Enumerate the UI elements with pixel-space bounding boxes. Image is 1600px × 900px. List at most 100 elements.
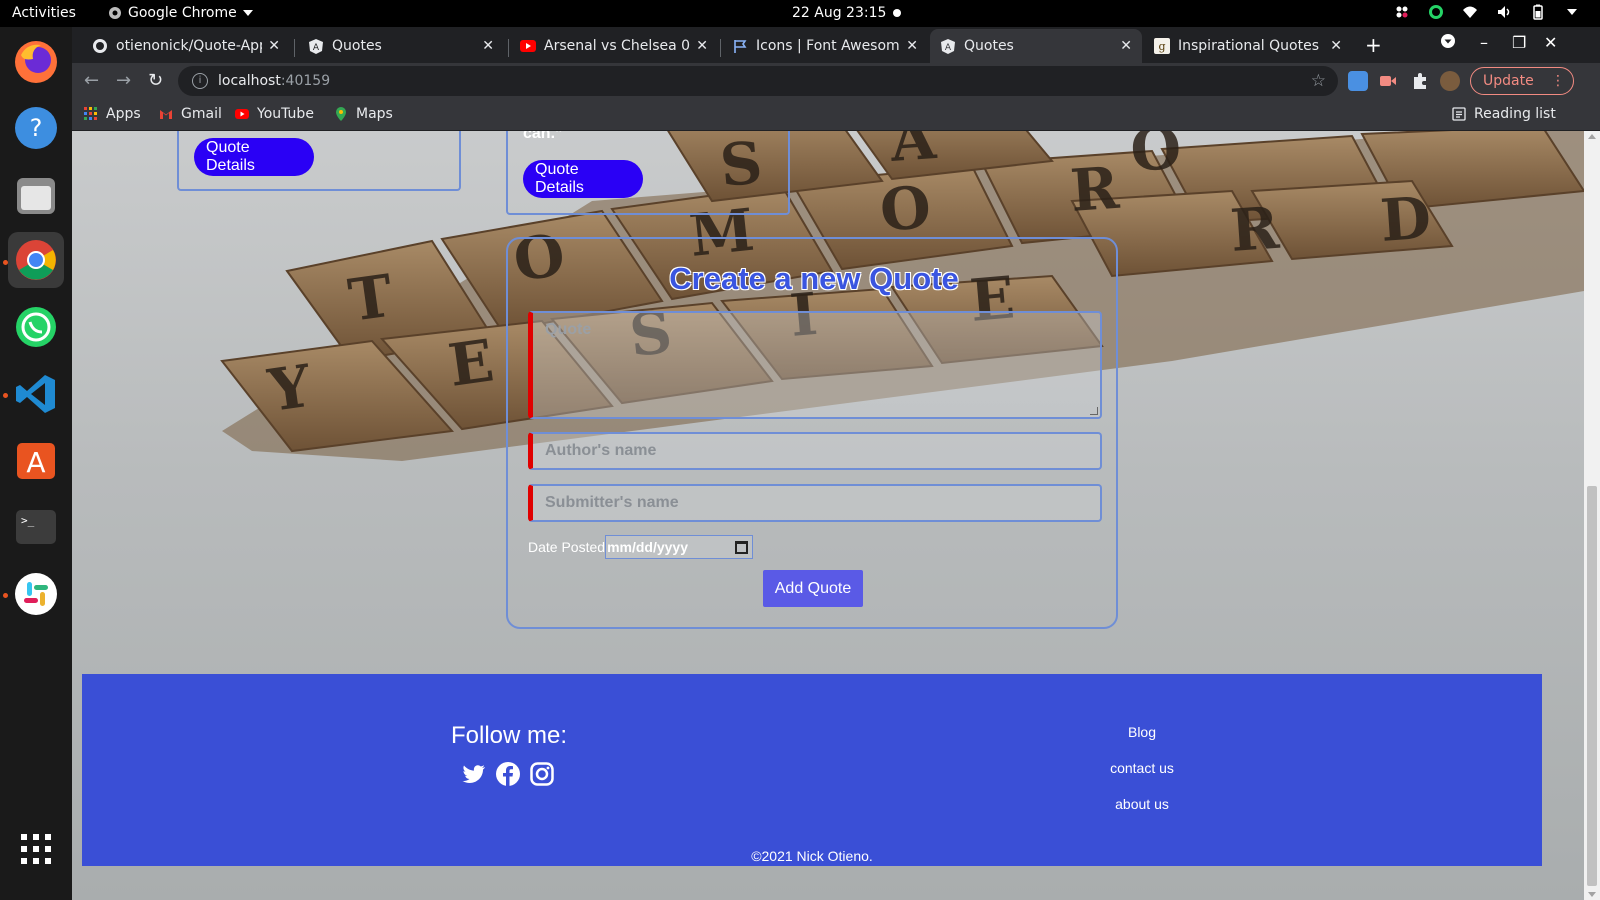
address-bar[interactable]: i localhost:40159 ☆ <box>178 66 1338 96</box>
tab-quotes[interactable]: A Quotes ✕ <box>298 29 504 63</box>
tab-youtube[interactable]: Arsenal vs Chelsea 0-2 ✕ <box>510 29 718 63</box>
submitter-placeholder: Submitter's name <box>545 494 679 511</box>
bookmark-star-icon[interactable]: ☆ <box>1311 71 1326 91</box>
tab-quotes-active[interactable]: A Quotes ✕ <box>930 29 1142 63</box>
software-launcher[interactable]: A <box>8 432 64 488</box>
quote-text-tail: can.” <box>523 131 564 142</box>
reading-list-button[interactable]: Reading list <box>1452 106 1556 122</box>
show-apps-button[interactable] <box>8 821 64 877</box>
extension-icon[interactable] <box>1348 71 1368 91</box>
chrome-launcher[interactable] <box>8 232 64 288</box>
running-indicator <box>3 593 8 598</box>
profile-avatar[interactable] <box>1440 71 1460 91</box>
svg-text:O: O <box>877 173 933 245</box>
app-menu[interactable]: Google Chrome <box>108 5 253 21</box>
files-launcher[interactable] <box>8 167 64 223</box>
form-title: Create a new Quote <box>669 261 959 296</box>
files-icon <box>17 178 55 214</box>
tab-separator <box>720 39 721 57</box>
new-tab-button[interactable]: + <box>1365 33 1382 57</box>
battery-icon[interactable] <box>1530 4 1546 20</box>
close-window-icon[interactable]: ✕ <box>1544 33 1557 52</box>
forward-icon[interactable]: → <box>116 70 131 91</box>
vscode-launcher[interactable] <box>8 366 64 422</box>
system-menu-caret-icon[interactable] <box>1564 4 1580 20</box>
close-tab-icon[interactable]: ✕ <box>696 38 708 54</box>
footer-link-contact[interactable]: contact us <box>1082 760 1202 776</box>
bookmark-label: YouTube <box>257 106 314 122</box>
date-posted-input[interactable]: mm/dd/yyyy <box>605 535 754 559</box>
instagram-icon[interactable] <box>530 762 554 786</box>
restore-icon[interactable]: ❐ <box>1512 33 1526 52</box>
slack-launcher[interactable] <box>8 566 64 622</box>
bookmark-label: Maps <box>356 106 393 122</box>
reload-icon[interactable]: ↻ <box>148 70 163 91</box>
system-tray[interactable] <box>1394 4 1580 20</box>
twitter-icon[interactable] <box>462 762 486 786</box>
svg-text:A: A <box>887 131 939 175</box>
date-posted-row: Date Posted mm/dd/yyyy <box>528 535 754 559</box>
terminal-launcher[interactable]: >_ <box>8 499 64 555</box>
minimize-icon[interactable]: – <box>1480 33 1488 52</box>
follow-me-heading: Follow me: <box>451 722 568 749</box>
calendar-icon[interactable] <box>735 540 749 554</box>
bookmark-apps[interactable]: Apps <box>84 106 141 122</box>
angular-icon: A <box>940 38 956 54</box>
close-tab-icon[interactable]: ✕ <box>906 38 918 54</box>
tab-github[interactable]: otienonick/Quote-App ✕ <box>82 29 290 63</box>
notification-dot <box>893 9 901 17</box>
bookmark-gmail[interactable]: Gmail <box>159 106 222 122</box>
volume-icon[interactable] <box>1496 4 1512 20</box>
date-placeholder: mm/dd/yyyy <box>607 539 688 555</box>
clock[interactable]: 22 Aug 23:15 <box>792 5 886 21</box>
apps-grid-icon <box>84 107 97 120</box>
svg-text:>_: >_ <box>21 514 35 527</box>
close-tab-icon[interactable]: ✕ <box>1120 38 1132 54</box>
close-tab-icon[interactable]: ✕ <box>1330 38 1342 54</box>
svg-text:R: R <box>1228 194 1282 265</box>
update-button[interactable]: Update ⋮ <box>1470 67 1574 95</box>
quote-details-button[interactable]: Quote Details <box>523 160 643 198</box>
tab-goodreads[interactable]: g Inspirational Quotes ( ✕ <box>1144 29 1352 63</box>
close-tab-icon[interactable]: ✕ <box>268 38 280 54</box>
bookmark-youtube[interactable]: YouTube <box>235 106 314 122</box>
scrollbar-thumb[interactable] <box>1587 486 1597 886</box>
whatsapp-tray-icon[interactable] <box>1428 4 1444 20</box>
tab-font-awesome[interactable]: Icons | Font Awesome ✕ <box>722 29 928 63</box>
screencast-extension-icon[interactable] <box>1378 71 1398 91</box>
quote-details-button[interactable]: Quote Details <box>194 138 314 176</box>
reading-list-label: Reading list <box>1474 106 1556 122</box>
author-placeholder: Author's name <box>545 442 657 459</box>
back-icon[interactable]: ← <box>84 70 99 91</box>
submitter-name-input[interactable]: Submitter's name <box>528 484 1102 522</box>
tab-search-icon[interactable] <box>1440 33 1456 53</box>
close-tab-icon[interactable]: ✕ <box>482 38 494 54</box>
footer-link-about[interactable]: about us <box>1082 796 1202 812</box>
facebook-icon[interactable] <box>496 762 520 786</box>
extensions-puzzle-icon[interactable] <box>1410 71 1430 91</box>
add-quote-button[interactable]: Add Quote <box>763 570 863 607</box>
activities-button[interactable]: Activities <box>12 5 76 21</box>
author-name-input[interactable]: Author's name <box>528 432 1102 470</box>
app-grid-icon <box>21 834 51 864</box>
youtube-icon <box>235 109 249 119</box>
footer-link-blog[interactable]: Blog <box>1082 724 1202 740</box>
firefox-launcher[interactable] <box>8 34 64 90</box>
bookmark-maps[interactable]: Maps <box>334 106 393 122</box>
wifi-icon[interactable] <box>1462 4 1478 20</box>
svg-text:E: E <box>444 326 497 399</box>
dock: ? A >_ <box>0 27 72 900</box>
site-info-icon[interactable]: i <box>192 73 208 89</box>
quote-textarea[interactable]: Quote <box>528 311 1102 419</box>
help-launcher[interactable]: ? <box>8 100 64 156</box>
github-icon <box>92 38 108 54</box>
running-indicator <box>3 393 8 398</box>
tab-title: Quotes <box>964 38 1014 54</box>
scroll-up-arrow-icon[interactable] <box>1588 134 1596 139</box>
menu-kebab-icon[interactable]: ⋮ <box>1551 73 1565 89</box>
scroll-down-arrow-icon[interactable] <box>1588 892 1596 897</box>
resize-handle[interactable] <box>1090 407 1098 415</box>
whatsapp-launcher[interactable] <box>8 299 64 355</box>
slack-tray-icon[interactable] <box>1394 4 1410 20</box>
page-scrollbar[interactable] <box>1584 131 1600 900</box>
